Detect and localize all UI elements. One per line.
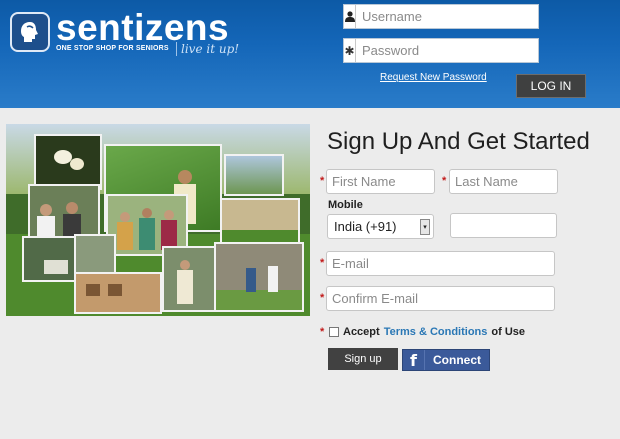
login-button[interactable]: LOG IN [516,74,586,98]
first-name-input[interactable] [326,169,435,194]
required-mark: * [442,175,447,187]
terms-link[interactable]: Terms & Conditions [384,326,488,338]
brand-slogan: live it up! [176,42,239,56]
user-icon [344,5,356,28]
email-input[interactable] [326,251,555,276]
facebook-icon: f [403,350,425,370]
username-field [343,4,539,29]
asterisk-icon: ✱ [344,39,356,62]
request-password-link[interactable]: Request New Password [380,72,487,83]
accept-terms-checkbox[interactable] [329,327,339,337]
password-field: ✱ [343,38,539,63]
head-profile-icon [21,22,38,42]
required-mark: * [320,257,325,269]
country-code-select[interactable]: India (+91) ▾ [327,214,434,239]
walkway-photo [220,198,300,246]
game-photo [22,236,78,282]
connect-label: Connect [433,353,481,367]
required-mark: * [320,326,325,338]
landscape-photo [224,154,284,196]
signup-button[interactable]: Sign up [328,348,398,370]
dropdown-arrow-icon: ▾ [420,219,430,235]
brand-tagline: ONE STOP SHOP FOR SENIORS [56,45,169,52]
mobile-number-input[interactable] [450,213,557,238]
username-input[interactable] [356,5,538,28]
password-input[interactable] [356,39,538,62]
accept-prefix: Accept [343,326,380,338]
seniors-photo-collage [6,124,310,316]
country-code-value: India (+91) [334,219,397,234]
mobile-label: Mobile [328,199,363,211]
site-header: sentizens ONE STOP SHOP FOR SENIORS live… [0,0,620,108]
courtyard-photo [214,242,304,312]
required-mark: * [320,292,325,304]
last-name-input[interactable] [449,169,558,194]
accept-suffix: of Use [491,326,526,338]
couple-photo [162,246,220,312]
required-mark: * [320,175,325,187]
building-photo [74,272,162,314]
signup-title: Sign Up And Get Started [327,128,590,155]
accept-terms-row: Accept Terms & Conditions of Use [329,326,525,338]
logo-icon[interactable] [10,12,50,52]
confirm-email-input[interactable] [326,286,555,311]
flower-photo [34,134,102,190]
facebook-connect-button[interactable]: f Connect [402,349,490,371]
